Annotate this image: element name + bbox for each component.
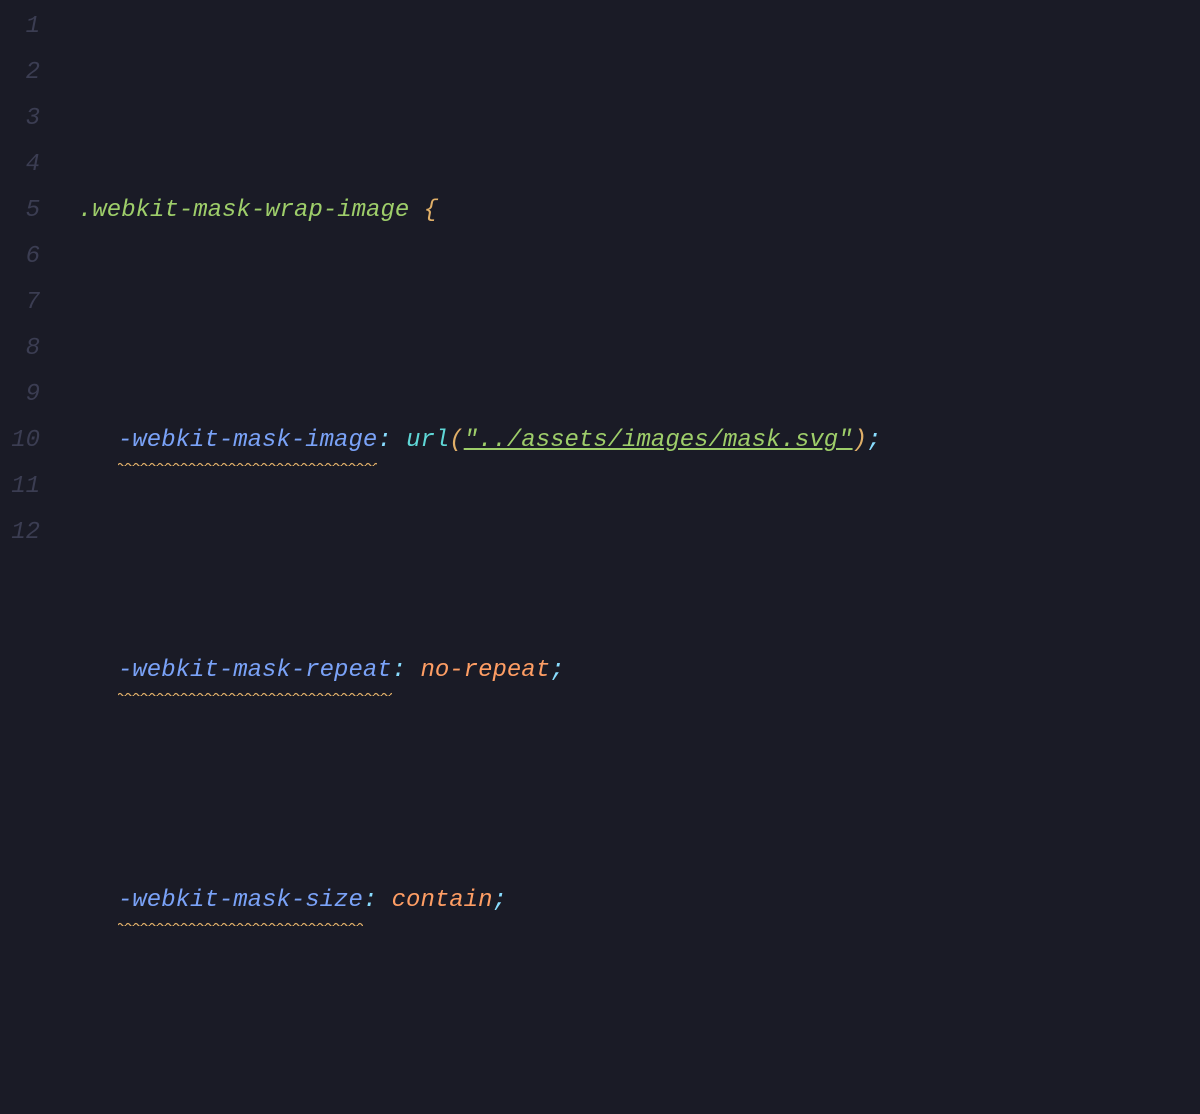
line-number: 11	[0, 464, 40, 510]
css-property: -webkit-mask-position	[118, 1108, 420, 1114]
line-number: 12	[0, 510, 40, 556]
css-property: -webkit-mask-repeat	[118, 648, 392, 694]
line-number: 6	[0, 234, 40, 280]
code-line[interactable]: -webkit-mask-repeat: no-repeat;	[78, 648, 1200, 694]
code-line[interactable]: .webkit-mask-wrap-image {	[78, 188, 1200, 234]
code-editor[interactable]: .webkit-mask-wrap-image { -webkit-mask-i…	[52, 0, 1200, 557]
brace-open: {	[424, 197, 438, 224]
semicolon: ;	[550, 657, 564, 684]
css-value: contain	[392, 887, 493, 914]
css-selector: .webkit-mask-wrap-image	[78, 197, 409, 224]
css-function: url	[406, 427, 449, 454]
semicolon: ;	[492, 887, 506, 914]
css-string: "../assets/images/mask.svg"	[464, 427, 853, 454]
line-number: 8	[0, 326, 40, 372]
code-line[interactable]: -webkit-mask-size: contain;	[78, 878, 1200, 924]
css-value: no-repeat	[420, 657, 550, 684]
css-property: -webkit-mask-image	[118, 418, 377, 464]
paren-open: (	[449, 427, 463, 454]
css-property: -webkit-mask-size	[118, 878, 363, 924]
colon: :	[377, 427, 391, 454]
line-number: 3	[0, 96, 40, 142]
line-number: 10	[0, 418, 40, 464]
line-number: 2	[0, 50, 40, 96]
line-number: 5	[0, 188, 40, 234]
colon: :	[363, 887, 377, 914]
semicolon: ;	[867, 427, 881, 454]
code-line[interactable]: -webkit-mask-position: center;	[78, 1108, 1200, 1114]
line-number: 7	[0, 280, 40, 326]
line-number: 1	[0, 4, 40, 50]
colon: :	[392, 657, 406, 684]
line-number-gutter: 1 2 3 4 5 6 7 8 9 10 11 12	[0, 0, 52, 557]
paren-close: )	[853, 427, 867, 454]
line-number: 9	[0, 372, 40, 418]
line-number: 4	[0, 142, 40, 188]
code-line[interactable]: -webkit-mask-image: url("../assets/image…	[78, 418, 1200, 464]
